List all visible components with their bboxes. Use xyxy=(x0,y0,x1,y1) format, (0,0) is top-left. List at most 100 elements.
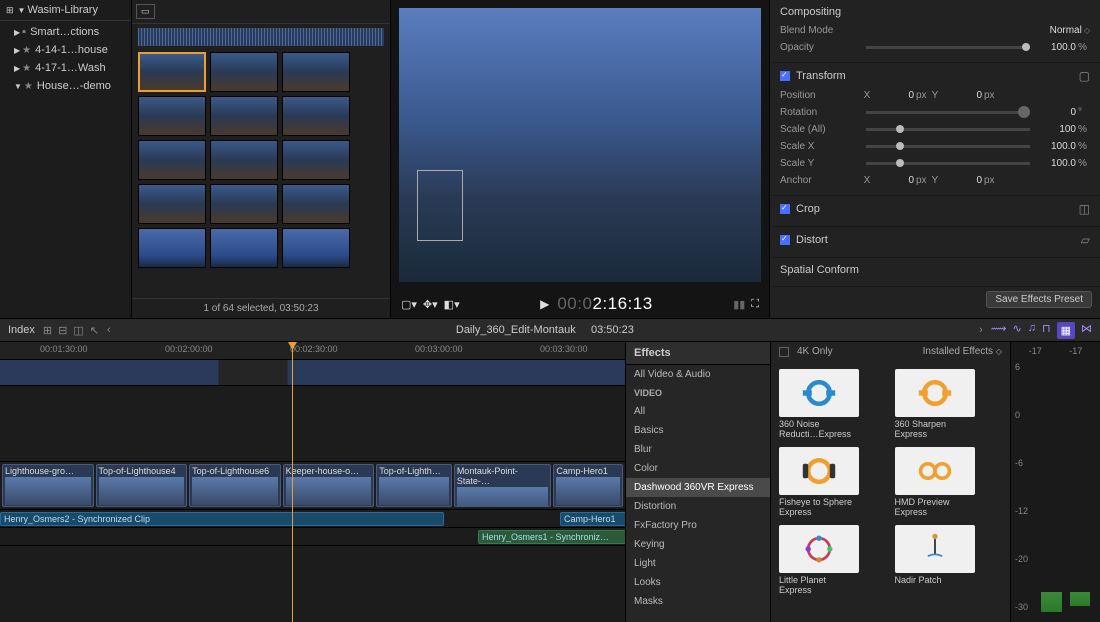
audio-clip[interactable]: Camp-Hero1 xyxy=(560,512,625,526)
effect-category[interactable]: Blur xyxy=(626,440,770,459)
clip-thumbnail[interactable] xyxy=(138,140,206,180)
timeline-clip[interactable]: Lighthouse-gro… xyxy=(2,464,94,507)
clip-thumbnail[interactable] xyxy=(282,184,350,224)
timeline-ruler[interactable]: 00:01:30:0000:02:00:0000:02:30:0000:03:0… xyxy=(0,342,625,360)
clip-thumbnail[interactable] xyxy=(210,228,278,268)
pos-x[interactable]: 0 xyxy=(874,90,914,101)
clip-thumbnail[interactable] xyxy=(210,96,278,136)
viewer: ▢▾ ✥▾ ◧▾ ▶ 00:02:16:13 ▮▮ ⛶ xyxy=(390,0,770,318)
effect-category[interactable]: Dashwood 360VR Express xyxy=(626,478,770,497)
clip-thumbnail[interactable] xyxy=(138,184,206,224)
browser-item[interactable]: ▶★4-14-1…house xyxy=(0,41,131,59)
effect-category[interactable]: Distortion xyxy=(626,497,770,516)
browser-item[interactable]: ▶★4-17-1…Wash xyxy=(0,59,131,77)
trim-icon[interactable]: ◫ xyxy=(73,324,83,337)
viewer-canvas[interactable] xyxy=(399,8,761,282)
arrow-tool-icon[interactable]: ↖ xyxy=(90,324,99,337)
clip-grid[interactable] xyxy=(132,46,390,298)
prev-edit-icon[interactable]: ‹ xyxy=(107,324,111,336)
viewer-timecode: 00:02:16:13 xyxy=(557,294,652,314)
library-name: Wasim-Library xyxy=(27,4,98,16)
layout2-icon[interactable]: ⊟ xyxy=(58,324,67,337)
skimming-icon[interactable]: ⟿ xyxy=(991,322,1007,339)
solo-icon[interactable]: ♫ xyxy=(1028,322,1036,339)
transform-tool-icon[interactable]: ✥▾ xyxy=(423,298,438,311)
effect-category[interactable]: All xyxy=(626,402,770,421)
browser-item[interactable]: ▼★House…-demo xyxy=(0,77,131,95)
library-header[interactable]: ⊞ ▼ Wasim-Library xyxy=(0,0,131,21)
crop-icon: ◫ xyxy=(1079,202,1090,216)
timeline-gap xyxy=(0,360,625,386)
clip-thumbnail[interactable] xyxy=(282,52,350,92)
pos-y[interactable]: 0 xyxy=(942,90,982,101)
effect-category[interactable]: All Video & Audio xyxy=(626,365,770,384)
layout-icon[interactable]: ⊞ xyxy=(43,324,52,337)
clip-thumbnail[interactable] xyxy=(138,52,206,92)
opacity-value[interactable]: 100.0 xyxy=(1036,42,1076,53)
blend-mode-label: Blend Mode xyxy=(780,25,860,36)
opacity-slider[interactable] xyxy=(866,46,1030,49)
4k-only-checkbox[interactable] xyxy=(779,347,789,357)
index-button[interactable]: Index xyxy=(8,324,35,336)
opacity-label: Opacity xyxy=(780,42,860,53)
scale-all-slider[interactable] xyxy=(866,128,1030,131)
clip-thumbnail[interactable] xyxy=(138,96,206,136)
effect-item[interactable]: Fisheye to Sphere Express xyxy=(779,447,887,517)
fullscreen-icon[interactable]: ⛶ xyxy=(751,298,759,311)
timeline-clip[interactable]: Top-of-Lighthouse4 xyxy=(96,464,188,507)
effect-item[interactable]: HMD Preview Express xyxy=(895,447,1003,517)
audio-track-1[interactable]: Henry_Osmers2 - Synchronized Clip Camp-He… xyxy=(0,510,625,528)
scale-y-slider[interactable] xyxy=(866,162,1030,165)
effect-item[interactable]: Nadir Patch xyxy=(895,525,1003,595)
effect-item[interactable]: 360 Sharpen Express xyxy=(895,369,1003,439)
effect-category[interactable]: VIDEO xyxy=(626,384,770,402)
video-track[interactable]: Lighthouse-gro…Top-of-Lighthouse4Top-of-… xyxy=(0,462,625,510)
installed-effects-select[interactable]: Installed Effects ◇ xyxy=(923,346,1002,357)
transform-header[interactable]: Transform▢ xyxy=(780,69,1090,83)
scale-x-slider[interactable] xyxy=(866,145,1030,148)
effect-category[interactable]: Looks xyxy=(626,573,770,592)
next-edit-icon[interactable]: › xyxy=(979,324,983,336)
save-effects-preset-button[interactable]: Save Effects Preset xyxy=(986,291,1092,308)
clip-thumbnail[interactable] xyxy=(210,52,278,92)
clip-thumbnail[interactable] xyxy=(282,96,350,136)
browser-item[interactable]: ▶▪Smart…ctions xyxy=(0,23,131,41)
clip-thumbnail[interactable] xyxy=(282,228,350,268)
effect-category[interactable]: Masks xyxy=(626,592,770,611)
filmstrip-icon[interactable]: ▭ xyxy=(136,4,155,19)
blend-mode-select[interactable]: Normal◇ xyxy=(1050,25,1090,36)
timeline-clip[interactable]: Top-of-Lighth… xyxy=(376,464,452,507)
clip-thumbnail[interactable] xyxy=(282,140,350,180)
audio-clip[interactable]: Henry_Osmers1 - Synchroniz… xyxy=(478,530,625,544)
transitions-icon[interactable]: ⋈ xyxy=(1081,322,1092,339)
timeline-clip[interactable]: Top-of-Lighthouse6 xyxy=(189,464,281,507)
effect-item[interactable]: 360 Noise Reducti…Express xyxy=(779,369,887,439)
effect-category[interactable]: Basics xyxy=(626,421,770,440)
clip-thumbnail[interactable] xyxy=(210,184,278,224)
effects-browser-icon[interactable]: ▦ xyxy=(1057,322,1075,339)
timeline-clip[interactable]: Keeper-house-o… xyxy=(283,464,375,507)
rotation-dial[interactable] xyxy=(866,111,1030,114)
playhead[interactable] xyxy=(292,342,293,622)
effect-category[interactable]: Color xyxy=(626,459,770,478)
effect-item[interactable]: Little Planet Express xyxy=(779,525,887,595)
effect-category[interactable]: Keying xyxy=(626,535,770,554)
effect-category[interactable]: Light xyxy=(626,554,770,573)
audio-skim-icon[interactable]: ∿ xyxy=(1013,322,1022,339)
timeline[interactable]: 00:01:30:0000:02:00:0000:02:30:0000:03:0… xyxy=(0,342,625,622)
audio-track-2[interactable]: Henry_Osmers1 - Synchroniz… xyxy=(0,528,625,546)
clip-thumbnail[interactable] xyxy=(210,140,278,180)
snap-icon[interactable]: ⊓ xyxy=(1042,322,1051,339)
project-duration: 03:50:23 xyxy=(591,324,634,336)
crop-header[interactable]: Crop◫ xyxy=(780,202,1090,216)
play-button[interactable]: ▶ xyxy=(540,297,549,311)
loop-icon[interactable]: ▮▮ xyxy=(733,298,745,311)
clip-thumbnail[interactable] xyxy=(138,228,206,268)
timeline-clip[interactable]: Camp-Hero1 xyxy=(553,464,623,507)
distort-header[interactable]: Distort▱ xyxy=(780,233,1090,247)
audio-clip[interactable]: Henry_Osmers2 - Synchronized Clip xyxy=(0,512,444,526)
timeline-clip[interactable]: Montauk-Point-State-… xyxy=(454,464,552,507)
color-tool-icon[interactable]: ◧▾ xyxy=(444,298,460,311)
view-options-icon[interactable]: ▢▾ xyxy=(401,298,417,311)
effect-category[interactable]: FxFactory Pro xyxy=(626,516,770,535)
